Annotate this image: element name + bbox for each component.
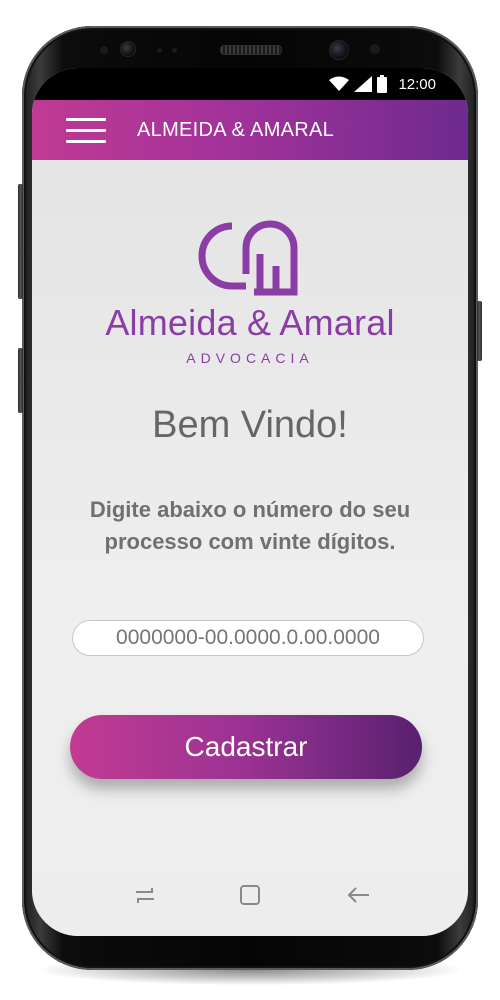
signal-icon [354, 76, 373, 92]
phone-screen: 12:00 ALMEIDA & AMARAL Almeida & Amaral … [32, 68, 468, 936]
status-bar: 12:00 [32, 68, 468, 100]
home-icon[interactable] [235, 880, 265, 910]
front-camera [329, 40, 349, 60]
process-number-input[interactable] [72, 620, 424, 656]
light-sensor [157, 48, 162, 53]
led-indicator [172, 48, 177, 53]
secondary-sensor [370, 44, 380, 54]
instruction-text: Digite abaixo o número do seu processo c… [89, 497, 411, 554]
app-bar: ALMEIDA & AMARAL [32, 100, 468, 160]
iris-scanner [120, 41, 136, 57]
brand-name: Almeida & Amaral [105, 302, 395, 343]
phone-frame: 12:00 ALMEIDA & AMARAL Almeida & Amaral … [18, 26, 482, 970]
hamburger-menu-icon[interactable] [66, 118, 106, 146]
law-firm-logo-icon [198, 220, 298, 296]
welcome-heading: Bem Vindo! [152, 404, 348, 446]
navigation-bar [32, 860, 468, 930]
back-icon[interactable] [344, 880, 374, 910]
recent-apps-icon[interactable] [130, 880, 160, 910]
status-time: 12:00 [398, 75, 436, 93]
brand-subtitle: ADVOCACIA [186, 350, 314, 366]
main-content: Almeida & Amaral ADVOCACIA Bem Vindo! Di… [32, 160, 468, 936]
battery-icon [377, 75, 388, 93]
wifi-icon [329, 76, 350, 91]
register-button[interactable]: Cadastrar [70, 715, 422, 779]
status-icons: 12:00 [329, 74, 436, 94]
app-title: ALMEIDA & AMARAL [137, 119, 335, 141]
device-mockup: 12:00 ALMEIDA & AMARAL Almeida & Amaral … [0, 0, 500, 1000]
volume-up-button [18, 184, 23, 299]
volume-down-button [18, 348, 23, 413]
power-button [477, 301, 482, 361]
earpiece-speaker [220, 45, 282, 55]
proximity-sensor [100, 46, 108, 54]
